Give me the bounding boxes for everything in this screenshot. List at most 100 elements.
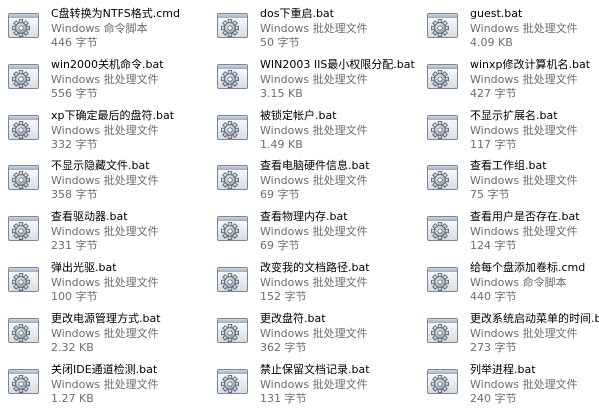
file-size: 231 字节 — [51, 239, 98, 252]
file-size: 124 字节 — [470, 239, 517, 252]
file-type: Windows 批处理文件 — [260, 174, 368, 187]
file-item[interactable]: dos下重启.bat Windows 批处理文件 50 字节 — [213, 4, 383, 50]
file-item[interactable]: 列举进程.bat Windows 批处理文件 240 字节 — [423, 360, 593, 406]
file-item[interactable]: 不显示扩展名.bat Windows 批处理文件 117 字节 — [423, 106, 593, 152]
file-name: 给每个盘添加卷标.cmd — [470, 261, 586, 274]
file-type: Windows 批处理文件 — [51, 73, 159, 86]
file-name: 被锁定帐户.bat — [260, 109, 337, 122]
batch-file-icon — [215, 210, 253, 246]
file-name: 列举进程.bat — [470, 363, 536, 376]
batch-file-icon — [425, 58, 463, 94]
batch-file-icon — [6, 7, 44, 43]
file-size: 440 字节 — [470, 290, 517, 303]
file-item[interactable]: 查看用户是否存在.bat Windows 批处理文件 124 字节 — [423, 207, 593, 253]
batch-file-icon — [215, 58, 253, 94]
file-item[interactable]: 被锁定帐户.bat Windows 批处理文件 1.49 KB — [213, 106, 383, 152]
file-grid: C盘转换为NTFS格式.cmd Windows 命令脚本 446 字节 dos下… — [0, 0, 599, 409]
file-type: Windows 批处理文件 — [470, 174, 578, 187]
file-type: Windows 批处理文件 — [470, 225, 578, 238]
file-name: 查看工作组.bat — [470, 159, 547, 172]
file-name: 改变我的文档路径.bat — [260, 261, 370, 274]
file-size: 3.15 KB — [260, 87, 303, 100]
batch-file-icon — [215, 363, 253, 399]
file-size: 273 字节 — [470, 341, 517, 354]
file-type: Windows 批处理文件 — [470, 22, 578, 35]
file-type: Windows 批处理文件 — [51, 225, 159, 238]
file-size: 1.27 KB — [51, 392, 94, 405]
file-size: 427 字节 — [470, 87, 517, 100]
file-type: Windows 批处理文件 — [260, 378, 368, 391]
file-item[interactable]: 更改系统启动菜单的时间.bat Windows 批处理文件 273 字节 — [423, 309, 599, 355]
batch-file-icon — [425, 312, 463, 348]
file-item[interactable]: 查看电脑硬件信息.bat Windows 批处理文件 69 字节 — [213, 156, 383, 202]
batch-file-icon — [425, 261, 463, 297]
file-size: 100 字节 — [51, 290, 98, 303]
file-size: 358 字节 — [51, 188, 98, 201]
batch-file-icon — [6, 261, 44, 297]
file-item[interactable]: 禁止保留文档记录.bat Windows 批处理文件 131 字节 — [213, 360, 383, 406]
file-name: 不显示扩展名.bat — [470, 109, 558, 122]
file-size: 1.49 KB — [260, 138, 303, 151]
batch-file-icon — [6, 109, 44, 145]
file-item[interactable]: guest.bat Windows 批处理文件 4.09 KB — [423, 4, 593, 50]
file-name: C盘转换为NTFS格式.cmd — [51, 7, 180, 20]
file-item[interactable]: 给每个盘添加卷标.cmd Windows 命令脚本 440 字节 — [423, 258, 593, 304]
batch-file-icon — [215, 109, 253, 145]
file-type: Windows 批处理文件 — [470, 73, 578, 86]
file-item[interactable]: 改变我的文档路径.bat Windows 批处理文件 152 字节 — [213, 258, 383, 304]
file-size: 240 字节 — [470, 392, 517, 405]
batch-file-icon — [425, 363, 463, 399]
file-size: 332 字节 — [51, 138, 98, 151]
file-item[interactable]: 查看工作组.bat Windows 批处理文件 75 字节 — [423, 156, 593, 202]
file-name: 不显示隐藏文件.bat — [51, 159, 150, 172]
file-item[interactable]: 不显示隐藏文件.bat Windows 批处理文件 358 字节 — [4, 156, 174, 202]
file-item[interactable]: C盘转换为NTFS格式.cmd Windows 命令脚本 446 字节 — [4, 4, 180, 50]
file-name: winxp修改计算机名.bat — [470, 58, 591, 71]
batch-file-icon — [425, 109, 463, 145]
file-item[interactable]: 关闭IDE通道检测.bat Windows 批处理文件 1.27 KB — [4, 360, 174, 406]
file-type: Windows 批处理文件 — [470, 378, 578, 391]
file-item[interactable]: win2000关机命令.bat Windows 批处理文件 556 字节 — [4, 55, 174, 101]
file-name: 关闭IDE通道检测.bat — [51, 363, 158, 376]
file-name: dos下重启.bat — [260, 7, 334, 20]
file-size: 69 字节 — [260, 239, 300, 252]
file-item[interactable]: 查看驱动器.bat Windows 批处理文件 231 字节 — [4, 207, 174, 253]
file-type: Windows 批处理文件 — [470, 327, 578, 340]
file-name: 查看用户是否存在.bat — [470, 210, 580, 223]
file-name: guest.bat — [470, 7, 523, 20]
file-name: 查看驱动器.bat — [51, 210, 128, 223]
file-item[interactable]: 更改电源管理方式.bat Windows 批处理文件 2.32 KB — [4, 309, 174, 355]
file-item[interactable]: 更改盘符.bat Windows 批处理文件 362 字节 — [213, 309, 383, 355]
file-type: Windows 命令脚本 — [51, 22, 148, 35]
file-name: 查看电脑硬件信息.bat — [260, 159, 370, 172]
batch-file-icon — [6, 210, 44, 246]
file-type: Windows 批处理文件 — [51, 327, 159, 340]
batch-file-icon — [215, 7, 253, 43]
file-name: 弹出光驱.bat — [51, 261, 117, 274]
file-name: 更改盘符.bat — [260, 312, 326, 325]
file-type: Windows 批处理文件 — [260, 327, 368, 340]
file-size: 131 字节 — [260, 392, 307, 405]
file-size: 4.09 KB — [470, 36, 513, 49]
file-item[interactable]: xp下确定最后的盘符.bat Windows 批处理文件 332 字节 — [4, 106, 174, 152]
file-type: Windows 批处理文件 — [260, 276, 368, 289]
batch-file-icon — [425, 210, 463, 246]
file-size: 50 字节 — [260, 36, 300, 49]
file-item[interactable]: winxp修改计算机名.bat Windows 批处理文件 427 字节 — [423, 55, 593, 101]
batch-file-icon — [215, 261, 253, 297]
batch-file-icon — [6, 312, 44, 348]
file-item[interactable]: 查看物理内存.bat Windows 批处理文件 69 字节 — [213, 207, 383, 253]
file-item[interactable]: WIN2003 IIS最小权限分配.bat Windows 批处理文件 3.15 K… — [213, 55, 415, 101]
batch-file-icon — [215, 159, 253, 195]
file-name: WIN2003 IIS最小权限分配.bat — [260, 58, 415, 71]
file-name: 禁止保留文档记录.bat — [260, 363, 370, 376]
batch-file-icon — [6, 58, 44, 94]
file-name: win2000关机命令.bat — [51, 58, 164, 71]
file-size: 75 字节 — [470, 188, 510, 201]
file-type: Windows 命令脚本 — [470, 276, 567, 289]
batch-file-icon — [215, 312, 253, 348]
file-type: Windows 批处理文件 — [260, 124, 368, 137]
file-size: 117 字节 — [470, 138, 517, 151]
file-name: xp下确定最后的盘符.bat — [51, 109, 175, 122]
file-item[interactable]: 弹出光驱.bat Windows 批处理文件 100 字节 — [4, 258, 174, 304]
